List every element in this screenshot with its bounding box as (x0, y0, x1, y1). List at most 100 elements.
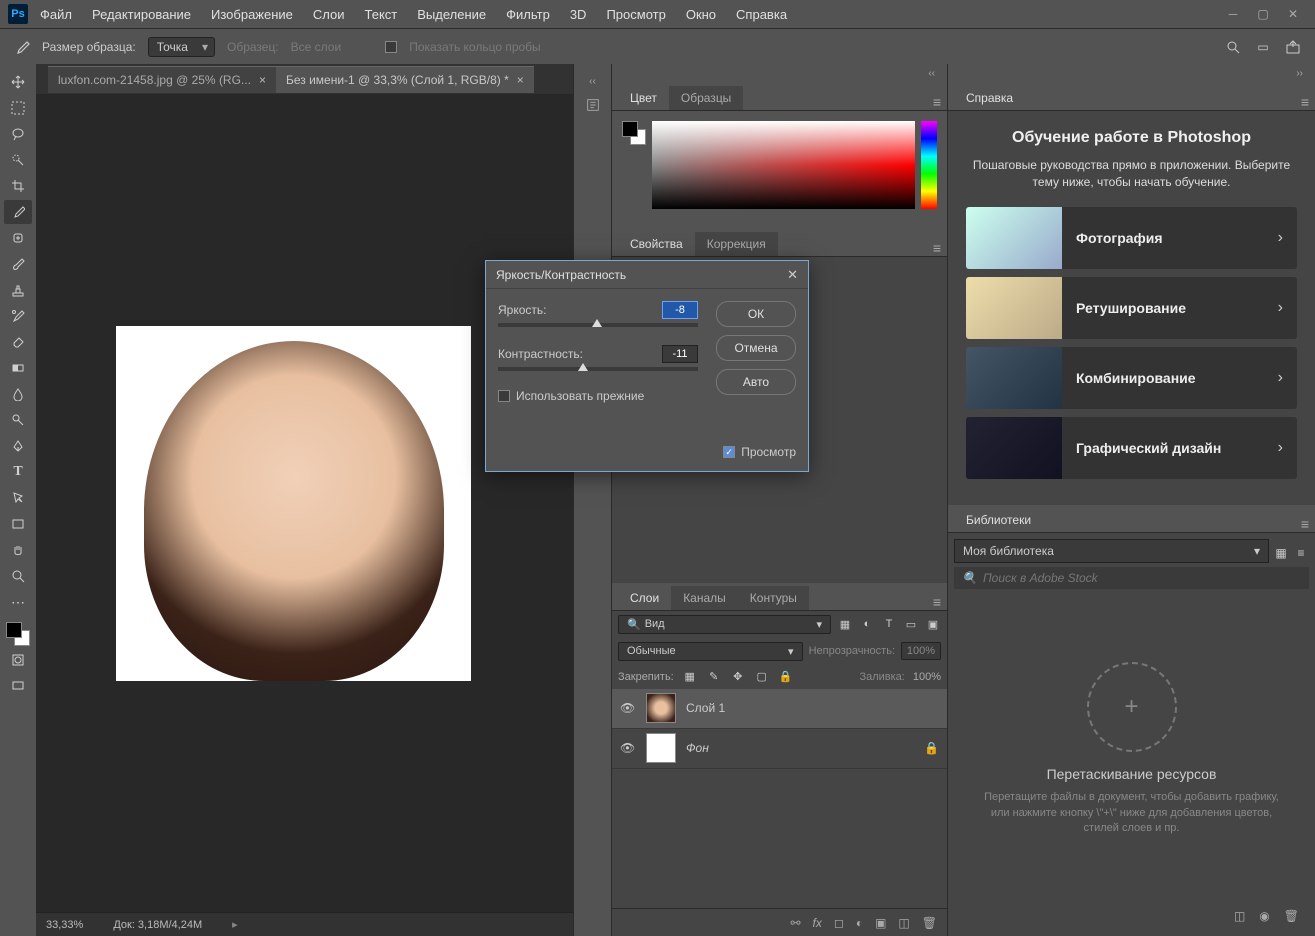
close-icon[interactable]: ✕ (1279, 5, 1307, 23)
new-group-icon[interactable]: ▣ (875, 916, 886, 930)
collapse-icon[interactable]: ‹‹ (922, 66, 941, 81)
menu-text[interactable]: Текст (357, 3, 406, 26)
tab-help[interactable]: Справка (954, 86, 1025, 110)
add-mask-icon[interactable]: ◻ (834, 916, 844, 930)
shape-tool[interactable] (4, 512, 32, 536)
fg-bg-indicator[interactable] (622, 121, 646, 145)
lock-pixels-icon[interactable]: ✎ (706, 669, 722, 685)
path-select-tool[interactable] (4, 486, 32, 510)
layer-name[interactable]: Фон (686, 741, 709, 755)
show-ring-checkbox[interactable] (385, 41, 397, 53)
panel-menu-icon[interactable]: ≡ (933, 94, 941, 110)
cc-sync-icon[interactable]: ◉ (1259, 909, 1269, 923)
menu-window[interactable]: Окно (678, 3, 724, 26)
panel-menu-icon[interactable]: ≡ (1301, 94, 1309, 110)
sample-size-select[interactable]: Точка (148, 37, 215, 57)
gradient-tool[interactable] (4, 356, 32, 380)
menu-view[interactable]: Просмотр (598, 3, 673, 26)
type-tool[interactable]: T (4, 460, 32, 484)
lock-transparency-icon[interactable]: ▦ (682, 669, 698, 685)
collapse-icon[interactable]: ‹‹ (583, 74, 602, 89)
lock-artboard-icon[interactable]: ▢ (754, 669, 770, 685)
opacity-value[interactable]: 100% (901, 642, 941, 660)
grid-view-icon[interactable]: ▦ (1273, 545, 1289, 561)
menu-layers[interactable]: Слои (305, 3, 353, 26)
edit-toolbar[interactable]: ⋯ (4, 590, 32, 614)
layer-name[interactable]: Слой 1 (686, 701, 725, 715)
doc-size[interactable]: Док: 3,18M/4,24M (113, 919, 202, 931)
pen-tool[interactable] (4, 434, 32, 458)
visibility-toggle[interactable]: 👁 (620, 701, 636, 715)
eyedropper-tool[interactable] (4, 200, 32, 224)
auto-button[interactable]: Авто (716, 369, 796, 395)
tab-color[interactable]: Цвет (618, 86, 669, 110)
fg-bg-swatches[interactable] (6, 622, 30, 646)
quickmask-toggle[interactable] (4, 648, 32, 672)
layer-row[interactable]: 👁 Фон 🔒 (612, 729, 947, 769)
brush-tool[interactable] (4, 252, 32, 276)
brightness-input[interactable] (662, 301, 698, 319)
menu-image[interactable]: Изображение (203, 3, 301, 26)
filter-shape-icon[interactable]: ▭ (903, 616, 919, 632)
minimize-icon[interactable]: ─ (1219, 5, 1247, 23)
dialog-titlebar[interactable]: Яркость/Контрастность ✕ (486, 261, 808, 289)
close-icon[interactable]: × (259, 73, 266, 87)
contrast-input[interactable] (662, 345, 698, 363)
move-tool[interactable] (4, 70, 32, 94)
cancel-button[interactable]: Отмена (716, 335, 796, 361)
lasso-tool[interactable] (4, 122, 32, 146)
delete-layer-icon[interactable]: 🗑 (922, 916, 937, 930)
brightness-slider[interactable] (498, 323, 698, 327)
tab-paths[interactable]: Контуры (738, 586, 809, 610)
tab-adjustments[interactable]: Коррекция (695, 232, 778, 256)
new-layer-icon[interactable]: ◫ (898, 916, 909, 930)
menu-3d[interactable]: 3D (562, 3, 595, 26)
lesson-retouch[interactable]: Ретуширование› (966, 277, 1297, 339)
maximize-icon[interactable]: ▢ (1249, 5, 1277, 23)
contrast-slider[interactable] (498, 367, 698, 371)
menu-edit[interactable]: Редактирование (84, 3, 199, 26)
hand-tool[interactable] (4, 538, 32, 562)
quick-select-tool[interactable] (4, 148, 32, 172)
lesson-combine[interactable]: Комбинирование› (966, 347, 1297, 409)
blend-mode-select[interactable]: Обычные▾ (618, 642, 803, 661)
link-layers-icon[interactable]: ⚯ (790, 916, 800, 930)
filter-adjust-icon[interactable]: ◐ (859, 616, 875, 632)
screenmode-toggle[interactable] (4, 674, 32, 698)
menu-help[interactable]: Справка (728, 3, 795, 26)
hue-bar[interactable] (921, 121, 937, 209)
blur-tool[interactable] (4, 382, 32, 406)
close-icon[interactable]: ✕ (787, 267, 798, 283)
tab-channels[interactable]: Каналы (671, 586, 738, 610)
library-select[interactable]: Моя библиотека▾ (954, 539, 1269, 563)
workspace-icon[interactable]: ▭ (1255, 39, 1271, 55)
document-tab-1[interactable]: luxfon.com-21458.jpg @ 25% (RG... × (48, 66, 276, 93)
layer-fx-icon[interactable]: fx (813, 916, 822, 930)
preview-checkbox[interactable]: ✓ (723, 446, 735, 458)
library-dropzone[interactable]: + Перетаскивание ресурсов Перетащите фай… (954, 597, 1309, 902)
collapse-icon[interactable]: ›› (1290, 66, 1309, 81)
color-field[interactable] (652, 121, 915, 209)
menu-filter[interactable]: Фильтр (498, 3, 558, 26)
tab-properties[interactable]: Свойства (618, 232, 695, 256)
lock-position-icon[interactable]: ✥ (730, 669, 746, 685)
visibility-toggle[interactable]: 👁 (620, 741, 636, 755)
panel-menu-icon[interactable]: ≡ (1301, 516, 1309, 532)
document-tab-2[interactable]: Без имени-1 @ 33,3% (Слой 1, RGB/8) * × (276, 66, 534, 93)
tab-libraries[interactable]: Библиотеки (954, 508, 1043, 532)
zoom-tool[interactable] (4, 564, 32, 588)
search-icon[interactable] (1225, 39, 1241, 55)
history-panel-icon[interactable] (585, 97, 601, 113)
history-brush-tool[interactable] (4, 304, 32, 328)
tab-layers[interactable]: Слои (618, 586, 671, 610)
filter-image-icon[interactable]: ▦ (837, 616, 853, 632)
dodge-tool[interactable] (4, 408, 32, 432)
canvas[interactable] (116, 326, 471, 681)
layer-row[interactable]: 👁 Слой 1 (612, 689, 947, 729)
zoom-level[interactable]: 33,33% (46, 919, 83, 931)
ok-button[interactable]: ОК (716, 301, 796, 327)
eraser-tool[interactable] (4, 330, 32, 354)
lesson-photography[interactable]: Фотография› (966, 207, 1297, 269)
lesson-design[interactable]: Графический дизайн› (966, 417, 1297, 479)
panel-menu-icon[interactable]: ≡ (933, 594, 941, 610)
